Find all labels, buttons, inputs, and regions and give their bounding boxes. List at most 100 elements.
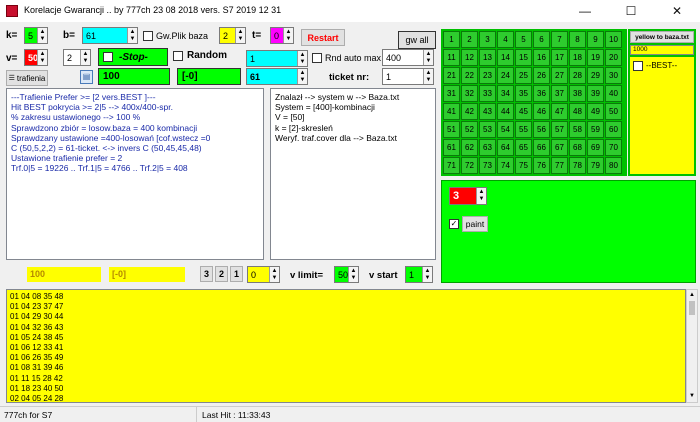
number-cell[interactable]: 77	[551, 157, 568, 174]
list-item[interactable]: 01 04 29 30 44	[10, 312, 682, 322]
scroll-up-icon[interactable]: ▲	[687, 290, 697, 301]
gw-plik-checkbox[interactable]: Gw.Plik baza	[143, 31, 208, 41]
ticket-stepper[interactable]: 1 ▲ ▼	[382, 68, 434, 85]
number-cell[interactable]: 56	[533, 121, 550, 138]
number-cell[interactable]: 35	[515, 85, 532, 102]
spin-arrows-icon[interactable]: ▲ ▼	[37, 28, 47, 43]
rnd-auto-max-stepper[interactable]: 400 ▲ ▼	[382, 49, 434, 66]
number-cell[interactable]: 41	[443, 103, 460, 120]
spin-arrows-icon[interactable]: ▲ ▼	[283, 28, 293, 43]
v-stepper[interactable]: 50 ▲ ▼	[24, 49, 48, 66]
gw-all-button[interactable]: gw all	[398, 31, 436, 49]
scroll-thumb[interactable]	[689, 301, 695, 315]
button-1[interactable]: 1	[230, 266, 243, 282]
number-cell[interactable]: 72	[461, 157, 478, 174]
v2-stepper[interactable]: 2 ▲ ▼	[63, 49, 91, 66]
number-cell[interactable]: 32	[461, 85, 478, 102]
number-cell[interactable]: 24	[497, 67, 514, 84]
number-cell[interactable]: 58	[569, 121, 586, 138]
number-cell[interactable]: 19	[587, 49, 604, 66]
restart-button[interactable]: Restart	[301, 29, 345, 46]
number-cell[interactable]: 3	[479, 31, 496, 48]
spin-arrows-icon[interactable]: ▲ ▼	[423, 50, 433, 65]
number-cell[interactable]: 67	[551, 139, 568, 156]
minimize-icon[interactable]: —	[562, 0, 608, 22]
number-cell[interactable]: 79	[587, 157, 604, 174]
list-item[interactable]: 01 18 23 40 50	[10, 384, 682, 394]
spin-arrows-icon[interactable]: ▲ ▼	[127, 28, 137, 43]
trafienia-button[interactable]: ☰ trafienia	[6, 70, 48, 86]
list-item[interactable]: 01 04 23 37 47	[10, 302, 682, 312]
number-cell[interactable]: 69	[587, 139, 604, 156]
number-cell[interactable]: 75	[515, 157, 532, 174]
number-cell[interactable]: 26	[533, 67, 550, 84]
list-item[interactable]: 01 05 24 38 45	[10, 333, 682, 343]
number-cell[interactable]: 50	[605, 103, 622, 120]
number-cell[interactable]: 27	[551, 67, 568, 84]
list-item[interactable]: 01 06 26 35 49	[10, 353, 682, 363]
spin-arrows-icon[interactable]: ▲ ▼	[422, 267, 432, 282]
spin-arrows-icon[interactable]: ▲ ▼	[348, 267, 358, 282]
number-cell[interactable]: 66	[533, 139, 550, 156]
number-cell[interactable]: 74	[497, 157, 514, 174]
yellow-to-baza-button[interactable]: yellow to baza.txt	[630, 31, 694, 43]
spin-arrows-icon[interactable]: ▲ ▼	[37, 50, 47, 65]
bottom-stepper[interactable]: 0 ▲ ▼	[247, 266, 280, 283]
checkbox-icon[interactable]	[103, 52, 113, 62]
stop-toggle[interactable]: -Stop-	[98, 48, 168, 66]
v-limit-stepper[interactable]: 50 ▲ ▼	[334, 266, 359, 283]
s-stepper[interactable]: 2 ▲ ▼	[219, 27, 246, 44]
number-cell[interactable]: 80	[605, 157, 622, 174]
number-cell[interactable]: 51	[443, 121, 460, 138]
number-cell[interactable]: 8	[569, 31, 586, 48]
list-item[interactable]: 01 08 31 39 46	[10, 363, 682, 373]
number-cell[interactable]: 44	[497, 103, 514, 120]
maximize-icon[interactable]: ☐	[608, 0, 654, 22]
number-cell[interactable]: 12	[461, 49, 478, 66]
number-cell[interactable]: 23	[479, 67, 496, 84]
random-checkbox[interactable]: Random	[173, 50, 227, 61]
number-cell[interactable]: 60	[605, 121, 622, 138]
right-memo[interactable]: Znalazł --> system w --> Baza.txt System …	[270, 88, 436, 260]
number-cell[interactable]: 68	[569, 139, 586, 156]
number-cell[interactable]: 33	[479, 85, 496, 102]
t-stepper[interactable]: 0 ▲ ▼	[270, 27, 294, 44]
number-cell[interactable]: 10	[605, 31, 622, 48]
number-cell[interactable]: 5	[515, 31, 532, 48]
number-cell[interactable]: 64	[497, 139, 514, 156]
number-cell[interactable]: 4	[497, 31, 514, 48]
spin-arrows-icon[interactable]: ▲ ▼	[423, 69, 433, 84]
number-cell[interactable]: 61	[443, 139, 460, 156]
number-cell[interactable]: 13	[479, 49, 496, 66]
scroll-down-icon[interactable]: ▼	[687, 391, 697, 402]
number-cell[interactable]: 52	[461, 121, 478, 138]
spin-arrows-icon[interactable]: ▲ ▼	[235, 28, 245, 43]
checkbox-icon[interactable]	[312, 53, 322, 63]
list-item[interactable]: 01 11 15 28 42	[10, 374, 682, 384]
checkmark-icon[interactable]: ✓	[449, 219, 459, 229]
number-cell[interactable]: 78	[569, 157, 586, 174]
results-list[interactable]: 01 04 08 35 48 01 04 23 37 47 01 04 29 30 …	[6, 289, 686, 403]
b-stepper[interactable]: 61 ▲ ▼	[82, 27, 138, 44]
number-cell[interactable]: 31	[443, 85, 460, 102]
number-cell[interactable]: 17	[551, 49, 568, 66]
spin-arrows-icon[interactable]: ▲ ▼	[269, 267, 279, 282]
number-cell[interactable]: 62	[461, 139, 478, 156]
number-cell[interactable]: 22	[461, 67, 478, 84]
paint-button[interactable]: paint	[462, 216, 488, 232]
spin-arrows-icon[interactable]: ▲ ▼	[80, 50, 90, 65]
paint-stepper[interactable]: 3 ▲ ▼	[449, 187, 487, 205]
list-item[interactable]: 01 04 32 36 43	[10, 323, 682, 333]
cyan2-stepper[interactable]: 61 ▲ ▼	[246, 68, 308, 85]
number-cell[interactable]: 6	[533, 31, 550, 48]
v-start-stepper[interactable]: 1 ▲ ▼	[405, 266, 433, 283]
paint-toggle[interactable]: ✓ paint	[449, 216, 488, 232]
button-2[interactable]: 2	[215, 266, 228, 282]
number-cell[interactable]: 39	[587, 85, 604, 102]
number-cell[interactable]: 14	[497, 49, 514, 66]
checkbox-icon[interactable]	[143, 31, 153, 41]
list-item[interactable]: 01 06 12 33 41	[10, 343, 682, 353]
number-cell[interactable]: 15	[515, 49, 532, 66]
number-cell[interactable]: 36	[533, 85, 550, 102]
number-cell[interactable]: 1	[443, 31, 460, 48]
